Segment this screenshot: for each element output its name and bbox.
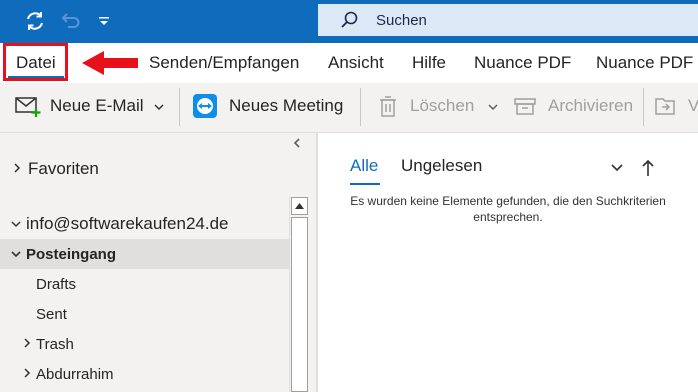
teamviewer-meeting-icon — [193, 94, 217, 118]
ribbon-toolbar: Neue E-Mail Neues Meeting Löschen Archiv… — [0, 83, 698, 133]
abdurrahim-label: Abdurrahim — [36, 365, 114, 383]
move-label: V — [688, 96, 698, 115]
folder-account[interactable]: info@softwarekaufen24.de — [10, 209, 229, 239]
new-email-label: Neue E-Mail — [50, 96, 144, 115]
trash-icon — [378, 94, 398, 118]
tab-unread[interactable]: Ungelesen — [401, 156, 482, 176]
search-placeholder: Suchen — [376, 12, 427, 29]
search-input[interactable]: Suchen — [318, 4, 698, 36]
chevron-right-icon — [22, 366, 36, 382]
menu-hilfe[interactable]: Hilfe — [412, 53, 446, 73]
delete-button[interactable]: Löschen — [378, 83, 500, 129]
folder-trash[interactable]: Trash — [22, 329, 74, 359]
menu-nuance-pdf-2[interactable]: Nuance PDF — [596, 53, 693, 73]
active-tab-indicator — [350, 183, 380, 185]
undo-icon[interactable] — [57, 10, 81, 32]
ribbon-separator — [360, 88, 361, 126]
menu-nuance-pdf[interactable]: Nuance PDF — [474, 53, 571, 73]
collapse-pane-icon[interactable] — [293, 137, 301, 152]
chevron-down-icon — [10, 216, 26, 232]
highlight-box — [3, 43, 68, 81]
red-arrow-icon — [80, 49, 140, 82]
search-icon — [340, 10, 360, 35]
chevron-right-icon — [12, 161, 28, 177]
account-label: info@softwarekaufen24.de — [26, 214, 229, 233]
empty-state-line-1: Es wurden keine Elemente gefunden, die d… — [350, 194, 666, 208]
folder-abdurrahim[interactable]: Abdurrahim — [22, 359, 114, 389]
archive-label: Archivieren — [548, 96, 634, 115]
scroll-thumb[interactable] — [291, 217, 308, 392]
ribbon-separator — [643, 88, 644, 126]
empty-state-message: Es wurden keine Elemente gefunden, die d… — [318, 193, 698, 225]
customize-toolbar-icon[interactable] — [92, 10, 116, 32]
move-button[interactable]: V — [654, 83, 698, 129]
archive-button[interactable]: Archivieren — [513, 83, 633, 129]
new-mail-icon — [14, 94, 42, 118]
folder-sent[interactable]: Sent — [36, 299, 67, 329]
tab-all[interactable]: Alle — [350, 156, 378, 176]
sort-direction-icon[interactable] — [640, 158, 656, 183]
empty-state-line-2: entsprechen. — [473, 210, 543, 224]
move-to-folder-icon — [654, 94, 678, 118]
chevron-right-icon — [22, 336, 36, 352]
inbox-label: Posteingang — [26, 245, 117, 263]
folder-favorites[interactable]: Favoriten — [12, 154, 99, 184]
archive-icon — [513, 94, 537, 118]
chevron-down-icon[interactable] — [488, 96, 500, 116]
title-bar: Suchen — [0, 0, 698, 43]
favorites-label: Favoriten — [28, 159, 99, 178]
menu-senden-empfangen[interactable]: Senden/Empfangen — [149, 53, 299, 73]
new-meeting-button[interactable]: Neues Meeting — [193, 83, 343, 129]
ribbon-separator — [179, 88, 180, 126]
delete-label: Löschen — [410, 96, 475, 115]
folder-drafts[interactable]: Drafts — [36, 269, 76, 299]
scroll-up-button[interactable] — [291, 197, 308, 215]
chevron-down-icon[interactable] — [154, 96, 166, 116]
new-meeting-label: Neues Meeting — [229, 96, 344, 115]
sync-icon[interactable] — [23, 10, 47, 32]
folder-inbox[interactable]: Posteingang — [0, 239, 289, 269]
chevron-down-icon[interactable] — [608, 158, 626, 181]
menu-ansicht[interactable]: Ansicht — [328, 53, 384, 73]
trash-label: Trash — [36, 335, 74, 353]
new-email-button[interactable]: Neue E-Mail — [14, 83, 166, 129]
chevron-down-icon — [10, 246, 26, 262]
